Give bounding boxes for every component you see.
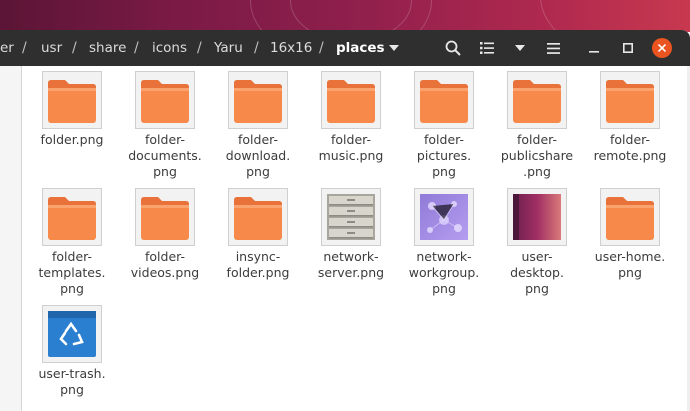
folder-icon xyxy=(600,71,660,129)
minimize-icon[interactable] xyxy=(581,36,607,60)
file-item[interactable]: user-home. png xyxy=(583,188,677,281)
folder-icon xyxy=(42,188,102,246)
file-name: folder- templates. png xyxy=(38,249,106,296)
folder-icon xyxy=(321,71,381,129)
breadcrumb-separator: / xyxy=(319,40,324,56)
file-item[interactable]: folder- documents. png xyxy=(118,71,212,180)
folder-icon xyxy=(135,188,195,246)
maximize-icon[interactable] xyxy=(615,36,641,60)
file-item[interactable]: folder- videos.png xyxy=(118,188,212,281)
breadcrumb-item[interactable]: er xyxy=(0,30,14,66)
breadcrumb-separator: / xyxy=(22,40,27,56)
folder-icon xyxy=(228,71,288,129)
file-item[interactable]: folder- remote.png xyxy=(583,71,677,164)
folder-icon xyxy=(507,71,567,129)
file-name: insync- folder.png xyxy=(226,249,290,280)
folder-icon xyxy=(414,71,474,129)
breadcrumb-current[interactable]: places xyxy=(336,30,385,66)
breadcrumb-item-yaru[interactable]: Yaru xyxy=(214,30,243,66)
file-name: user-trash. png xyxy=(38,366,106,397)
file-item[interactable]: network- workgroup. png xyxy=(397,188,491,297)
file-item[interactable]: folder- pictures. png xyxy=(397,71,491,180)
desktop-icon xyxy=(507,188,567,246)
breadcrumb-item-usr[interactable]: usr xyxy=(41,30,62,66)
file-item[interactable]: folder- publicshare .png xyxy=(490,71,584,180)
file-item[interactable]: user-trash. png xyxy=(25,305,119,398)
file-name: user- desktop. png xyxy=(510,249,564,296)
file-name: folder- remote.png xyxy=(593,132,667,163)
file-item[interactable]: folder- music.png xyxy=(304,71,398,164)
file-name: network- workgroup. png xyxy=(408,249,480,296)
trash-icon xyxy=(42,305,102,363)
file-grid: folder.png folder- documents. png folder… xyxy=(22,66,690,411)
file-name: folder- music.png xyxy=(318,132,384,163)
list-view-icon[interactable] xyxy=(474,36,500,60)
file-name: folder- documents. png xyxy=(128,132,202,179)
folder-icon xyxy=(228,188,288,246)
hamburger-menu-icon[interactable] xyxy=(540,36,566,60)
folder-icon xyxy=(135,71,195,129)
folder-icon xyxy=(600,188,660,246)
close-icon xyxy=(658,44,666,52)
breadcrumb-item-share[interactable]: share xyxy=(89,30,126,66)
folder-icon xyxy=(42,71,102,129)
breadcrumb-separator: / xyxy=(72,40,77,56)
file-name: folder- pictures. png xyxy=(416,132,472,179)
file-manager-window: er / usr / share / icons / Yaru / 16x16 … xyxy=(0,30,690,411)
file-item[interactable]: folder- download. png xyxy=(211,71,305,180)
sidebar-edge xyxy=(0,66,22,411)
file-item[interactable]: insync- folder.png xyxy=(211,188,305,281)
file-item[interactable]: network- server.png xyxy=(304,188,398,281)
breadcrumb-dropdown-chevron-icon[interactable] xyxy=(381,36,407,60)
file-item[interactable]: user- desktop. png xyxy=(490,188,584,297)
file-name: folder- videos.png xyxy=(130,249,200,280)
header-bar: er / usr / share / icons / Yaru / 16x16 … xyxy=(0,30,690,66)
sort-chevron-down-icon[interactable] xyxy=(507,36,533,60)
breadcrumb-separator: / xyxy=(197,40,202,56)
file-name: folder- publicshare .png xyxy=(500,132,574,179)
search-icon[interactable] xyxy=(440,36,466,60)
breadcrumb-item-16x16[interactable]: 16x16 xyxy=(270,30,312,66)
file-item[interactable]: folder.png xyxy=(25,71,119,148)
workgroup-icon xyxy=(414,188,474,246)
close-button[interactable] xyxy=(652,38,672,58)
file-name: network- server.png xyxy=(317,249,385,280)
desktop-wallpaper xyxy=(0,0,690,32)
breadcrumb-separator: / xyxy=(254,40,259,56)
file-name: folder- download. png xyxy=(225,132,291,179)
breadcrumb-separator: / xyxy=(134,40,139,56)
breadcrumb-item-icons[interactable]: icons xyxy=(152,30,187,66)
server-icon xyxy=(321,188,381,246)
file-item[interactable]: folder- templates. png xyxy=(25,188,119,297)
file-name: folder.png xyxy=(40,132,104,147)
file-name: user-home. png xyxy=(594,249,666,280)
